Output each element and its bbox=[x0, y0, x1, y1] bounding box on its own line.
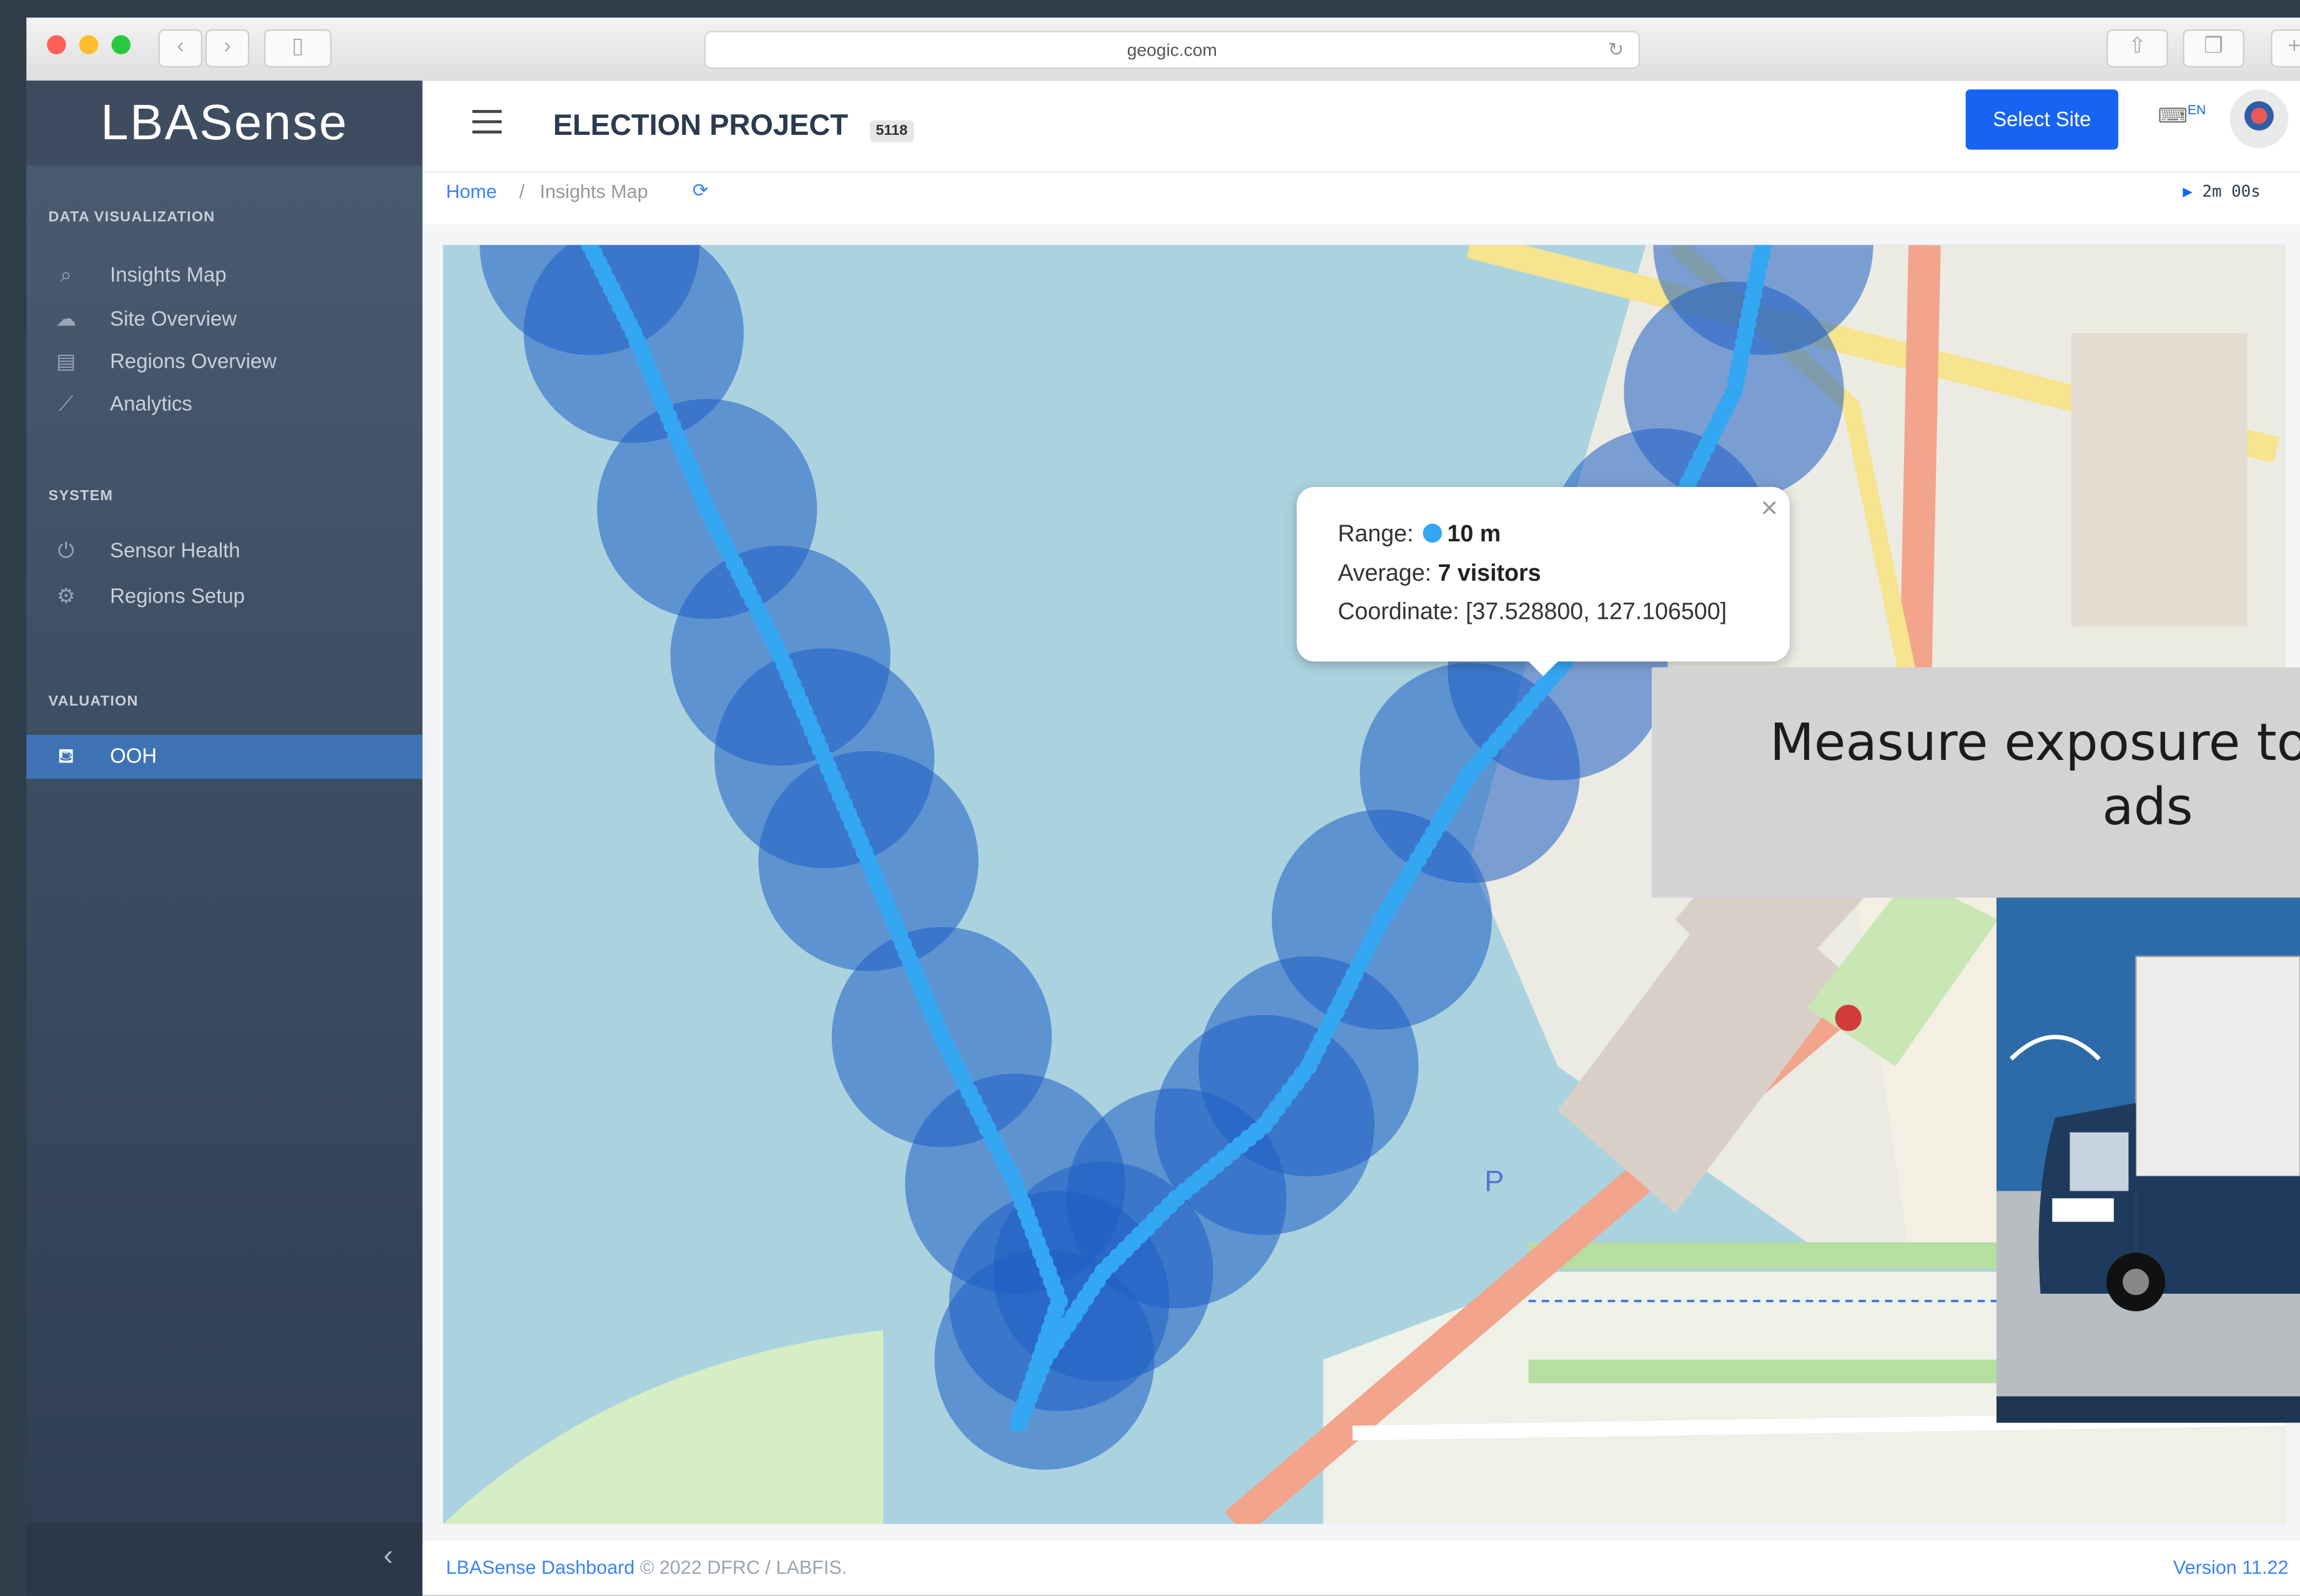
share-icon[interactable]: ⇧ bbox=[2106, 29, 2168, 68]
back-arrow-icon[interactable]: ‹ bbox=[158, 29, 203, 68]
coordinate-label: Coordinate: bbox=[1338, 599, 1459, 625]
caption-text: Measure exposure to political ads bbox=[1769, 714, 2300, 838]
refresh-icon[interactable]: ⟳ bbox=[693, 179, 709, 203]
close-window-icon[interactable] bbox=[47, 35, 66, 54]
footer-version: Version 11.22 bbox=[2173, 1556, 2289, 1579]
map-icon: ⌕ bbox=[60, 262, 72, 287]
logo-text: LBASense bbox=[101, 95, 348, 151]
range-dot-icon bbox=[1422, 523, 1442, 543]
refresh-timer[interactable]: ▶ 2m 00s bbox=[2183, 182, 2260, 201]
sidebar-item-analytics[interactable]: ⟋ Analytics bbox=[26, 383, 422, 426]
user-avatar[interactable] bbox=[2229, 89, 2289, 149]
average-value: 7 visitors bbox=[1438, 561, 1541, 587]
billboard-icon: ⛾ bbox=[57, 743, 75, 767]
park-area-southwest bbox=[443, 1330, 884, 1524]
footer-copyright-text: © 2022 DFRC / LABFIS. bbox=[639, 1556, 847, 1579]
page-title: ELECTION PROJECT bbox=[553, 110, 849, 142]
tabs-icon[interactable]: ❐ bbox=[2183, 29, 2244, 68]
popup-range-row: Range: 10 m bbox=[1338, 522, 1501, 548]
table-icon: ▤ bbox=[56, 349, 76, 373]
top-dark-strip bbox=[939, 0, 1394, 18]
sidebar-collapse-button[interactable]: ‹ bbox=[26, 1522, 423, 1596]
play-icon: ▶ bbox=[2183, 182, 2193, 201]
new-tab-icon[interactable]: + bbox=[2271, 29, 2300, 68]
forward-arrow-icon[interactable]: › bbox=[205, 29, 250, 68]
popup-pointer bbox=[1528, 661, 1558, 676]
minimize-window-icon[interactable] bbox=[79, 35, 99, 54]
campaign-truck-photo bbox=[1996, 897, 2300, 1423]
zoom-window-icon[interactable] bbox=[111, 35, 131, 54]
top-header: ELECTION PROJECT 5118 Select Site ⌨EN bbox=[422, 81, 2300, 172]
breadcrumb: Home / Insights Map ⟳ ▶ 2m 00s bbox=[422, 171, 2300, 228]
translate-icon: ⌨ bbox=[2158, 103, 2188, 127]
power-icon: ⏻ bbox=[57, 538, 74, 562]
url-text: geogic.com bbox=[1127, 39, 1217, 61]
app-logo[interactable]: LBASense bbox=[26, 81, 423, 166]
sidebar-item-label: Sensor Health bbox=[110, 538, 240, 562]
browser-toolbar: ‹ › ▯ geogic.com ↻ ⇧ ❐ + bbox=[26, 17, 2300, 82]
language-switcher[interactable]: ⌨EN bbox=[2158, 102, 2206, 128]
sidebar-item-label: OOH bbox=[110, 743, 157, 767]
coordinate-value: [37.528800, 127.106500] bbox=[1466, 599, 1727, 625]
breadcrumb-separator: / bbox=[519, 180, 525, 203]
range-value: 10 m bbox=[1447, 522, 1501, 548]
sidebar-item-insights-map[interactable]: ⌕ Insights Map bbox=[26, 254, 422, 297]
project-id-badge: 5118 bbox=[869, 120, 914, 142]
sidebar-item-regions-setup[interactable]: ⚙ Regions Setup bbox=[26, 575, 422, 619]
section-data-visualization: DATA VISUALIZATION bbox=[48, 209, 215, 226]
cloud-icon: ☁ bbox=[56, 306, 77, 330]
footer-copyright: LBASense Dashboard © 2022 DFRC / LABFIS. bbox=[446, 1556, 847, 1578]
sidebar: LBASense DATA VISUALIZATION ⌕ Insights M… bbox=[26, 81, 423, 1596]
sidebar-item-site-overview[interactable]: ☁ Site Overview bbox=[26, 298, 422, 342]
sensor-point[interactable] bbox=[1010, 1415, 1028, 1433]
sidebar-item-label: Analytics bbox=[110, 392, 192, 415]
sidebar-item-label: Insights Map bbox=[110, 262, 227, 287]
sidebar-item-regions-overview[interactable]: ▤ Regions Overview bbox=[26, 340, 422, 384]
footer-dashboard-link[interactable]: LBASense Dashboard bbox=[446, 1556, 634, 1578]
breadcrumb-current: Insights Map bbox=[540, 180, 648, 203]
popup-average-row: Average: 7 visitors bbox=[1338, 562, 1541, 588]
truck-illustration bbox=[1996, 897, 2300, 1423]
sidebar-item-label: Site Overview bbox=[110, 306, 237, 330]
close-icon[interactable]: × bbox=[1761, 493, 1778, 526]
sidebar-item-ooh[interactable]: ⛾ OOH bbox=[26, 734, 423, 779]
hamburger-menu-icon[interactable] bbox=[472, 110, 502, 134]
timer-text: 2m 00s bbox=[2202, 182, 2261, 201]
sidebar-item-sensor-health[interactable]: ⏻ Sensor Health bbox=[26, 530, 422, 573]
line-chart-icon: ⟋ bbox=[59, 392, 74, 415]
range-label: Range: bbox=[1338, 522, 1414, 548]
footer: LBASense Dashboard © 2022 DFRC / LABFIS.… bbox=[422, 1540, 2300, 1596]
building-block-east bbox=[2071, 333, 2248, 627]
chevron-left-icon: ‹ bbox=[383, 1540, 393, 1573]
select-site-button[interactable]: Select Site bbox=[1965, 89, 2118, 150]
caption-box: Measure exposure to political ads bbox=[1651, 667, 2300, 898]
stage: ‹ › ▯ geogic.com ↻ ⇧ ❐ + LBASense DATA V… bbox=[0, 0, 2300, 1596]
language-code: EN bbox=[2187, 102, 2206, 117]
screenshot-root: ‹ › ▯ geogic.com ↻ ⇧ ❐ + LBASense DATA V… bbox=[0, 0, 2300, 1596]
map-popup: × Range: 10 m Average: 7 visitors Coordin… bbox=[1296, 486, 1790, 676]
popup-coordinate-row: Coordinate: [37.528800, 127.106500] bbox=[1338, 600, 1727, 626]
hospital-icon bbox=[1835, 1005, 1862, 1032]
sidebar-item-label: Regions Setup bbox=[110, 583, 245, 608]
breadcrumb-home-link[interactable]: Home bbox=[446, 180, 496, 202]
section-system: SYSTEM bbox=[48, 488, 114, 505]
sidebar-item-label: Regions Overview bbox=[110, 349, 277, 373]
average-label: Average: bbox=[1338, 561, 1432, 587]
gear-icon: ⚙ bbox=[56, 583, 76, 608]
left-dark-margin bbox=[0, 0, 27, 1596]
address-bar[interactable]: geogic.com ↻ bbox=[704, 31, 1641, 69]
parking-icon: P bbox=[1484, 1164, 1504, 1197]
sidebar-toggle-icon[interactable]: ▯ bbox=[264, 29, 332, 68]
reload-icon[interactable]: ↻ bbox=[1608, 32, 1624, 67]
section-valuation: VALUATION bbox=[48, 694, 139, 710]
